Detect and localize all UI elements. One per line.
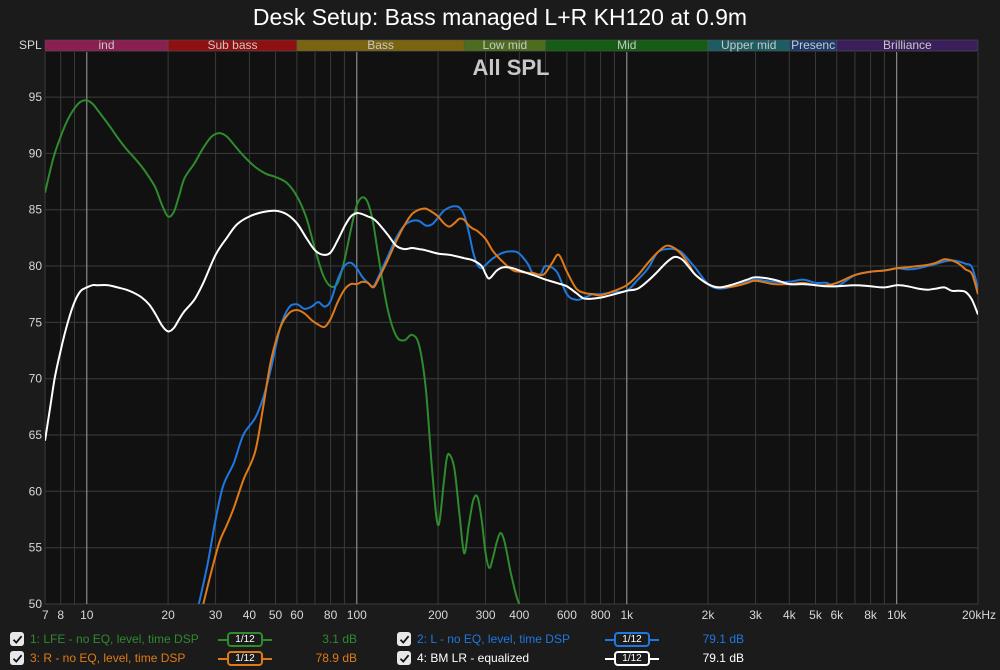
plot-background [45, 52, 978, 604]
checkmark-icon [399, 635, 409, 644]
frequency-bands: ind Sub bass Bass Low mid Mid Upper mid Presen… [44, 38, 979, 52]
x-tick-label: 600 [557, 608, 577, 622]
y-tick-label: 65 [29, 428, 43, 442]
legend-curve-name[interactable]: 2: L - no EQ, level, time DSP [417, 632, 570, 646]
x-tick-label: 800 [591, 608, 611, 622]
x-tick-label: 80 [324, 608, 338, 622]
legend-value: 3.1 dB [322, 632, 357, 646]
x-tick-label: 10k [887, 608, 907, 622]
legend-value: 78.9 dB [315, 651, 357, 665]
x-tick-label: 8k [864, 608, 878, 622]
y-tick-label: 80 [29, 259, 43, 273]
x-tick-label: 1k [620, 608, 634, 622]
band-label: Presenc [791, 38, 835, 52]
smoothing-indicator[interactable]: 1/12 [605, 650, 659, 666]
x-tick-label: 60 [290, 608, 304, 622]
chart-subtitle: All SPL [472, 55, 549, 80]
x-tick-label: 3k [749, 608, 763, 622]
legend-item: 2: L - no EQ, level, time DSP [397, 630, 570, 648]
legend-curve-name[interactable]: 4: BM LR - equalized [417, 651, 529, 665]
smoothing-indicator[interactable]: 1/12 [218, 650, 272, 666]
smoothing-label: 1/12 [227, 650, 263, 666]
curve-visibility-checkbox[interactable] [397, 651, 411, 665]
x-tick-label: 100 [347, 608, 367, 622]
x-tick-label: 20 [161, 608, 175, 622]
x-tick-labels: 7 8 10 20 30 40 50 60 80 100 200 300 400 600 800 1k 2k 3k… [42, 608, 996, 622]
x-tick-label: 40 [243, 608, 257, 622]
band-label: Low mid [483, 38, 528, 52]
checkmark-icon [399, 654, 409, 663]
x-tick-label: 8 [57, 608, 64, 622]
y-tick-label: 70 [29, 372, 43, 386]
legend-value: 79.1 dB [702, 651, 744, 665]
x-tick-label: 10 [80, 608, 94, 622]
band-label: Upper mid [721, 38, 776, 52]
band-label: Sub bass [207, 38, 257, 52]
checkmark-icon [12, 654, 22, 663]
smoothing-indicator[interactable]: 1/12 [218, 631, 272, 647]
legend-item: 4: BM LR - equalized [397, 649, 529, 667]
y-tick-label: 75 [29, 315, 43, 329]
x-tick-label: 400 [509, 608, 529, 622]
y-axis-label: SPL [19, 38, 42, 52]
legend-curve-name[interactable]: 1: LFE - no EQ, level, time DSP [30, 632, 199, 646]
smoothing-label: 1/12 [227, 631, 263, 647]
x-tick-label: 4k [783, 608, 797, 622]
band-label: Mid [617, 38, 636, 52]
x-tick-label: 30 [209, 608, 223, 622]
checkmark-icon [12, 635, 22, 644]
legend-item: 1: LFE - no EQ, level, time DSP [10, 630, 199, 648]
x-tick-label: 2k [702, 608, 716, 622]
x-tick-label: 5k [809, 608, 823, 622]
x-tick-label: 20kHz [962, 608, 996, 622]
curve-visibility-checkbox[interactable] [397, 632, 411, 646]
smoothing-label: 1/12 [614, 650, 650, 666]
y-tick-label: 95 [29, 90, 43, 104]
legend-item: 3: R - no EQ, level, time DSP [10, 649, 185, 667]
x-tick-label: 6k [830, 608, 844, 622]
y-tick-label: 50 [29, 597, 43, 611]
band-label: Bass [367, 38, 394, 52]
y-tick-label: 60 [29, 484, 43, 498]
x-tick-label: 50 [269, 608, 283, 622]
y-tick-label: 90 [29, 146, 43, 160]
y-tick-labels: 50 55 60 65 70 75 80 85 90 95 [29, 90, 43, 611]
x-tick-label: 200 [428, 608, 448, 622]
x-tick-label: 300 [476, 608, 496, 622]
legend-value: 79.1 dB [702, 632, 744, 646]
smoothing-label: 1/12 [614, 631, 650, 647]
band-label: Brilliance [883, 38, 932, 52]
curve-visibility-checkbox[interactable] [10, 632, 24, 646]
legend: 1: LFE - no EQ, level, time DSP 1/12 3.1 d… [0, 628, 1000, 670]
curve-visibility-checkbox[interactable] [10, 651, 24, 665]
x-tick-label: 7 [42, 608, 49, 622]
y-tick-label: 55 [29, 541, 43, 555]
y-tick-label: 85 [29, 203, 43, 217]
legend-curve-name[interactable]: 3: R - no EQ, level, time DSP [30, 651, 185, 665]
band-label: ind [98, 38, 114, 52]
smoothing-indicator[interactable]: 1/12 [605, 631, 659, 647]
spl-plot[interactable]: ind Sub bass Bass Low mid Mid Upper mid Presen… [0, 0, 1000, 628]
